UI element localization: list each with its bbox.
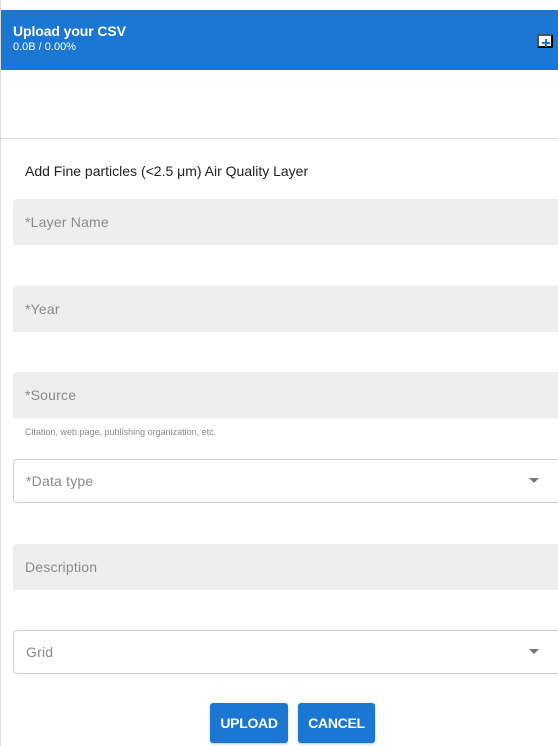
grid-label: Grid	[26, 644, 54, 660]
description-field[interactable]: Description	[13, 544, 558, 590]
plus-square-icon[interactable]	[537, 34, 553, 48]
upload-progress: 0.0B / 0.00%	[13, 41, 76, 53]
form-actions: UPLOAD CANCEL	[210, 703, 375, 743]
data-type-label: *Data type	[26, 473, 94, 489]
source-helper-text: Citation, web page, publishing organizat…	[25, 427, 217, 437]
upload-layer-panel: Upload your CSV 0.0B / 0.00% Add Fine pa…	[0, 0, 558, 746]
source-field[interactable]: *Source	[13, 372, 558, 418]
upload-csv-header: Upload your CSV 0.0B / 0.00%	[1, 10, 558, 70]
year-field[interactable]: *Year	[13, 286, 558, 332]
data-type-select[interactable]: *Data type	[13, 459, 558, 503]
cancel-button[interactable]: CANCEL	[298, 703, 375, 743]
chevron-down-icon	[529, 649, 539, 654]
upload-button[interactable]: UPLOAD	[210, 703, 288, 743]
layer-name-field[interactable]: *Layer Name	[13, 199, 558, 245]
grid-select[interactable]: Grid	[13, 630, 558, 674]
upload-title: Upload your CSV	[13, 23, 126, 39]
form-title: Add Fine particles (<2.5 μm) Air Quality…	[25, 163, 309, 179]
section-divider	[1, 138, 558, 139]
chevron-down-icon	[529, 478, 539, 483]
